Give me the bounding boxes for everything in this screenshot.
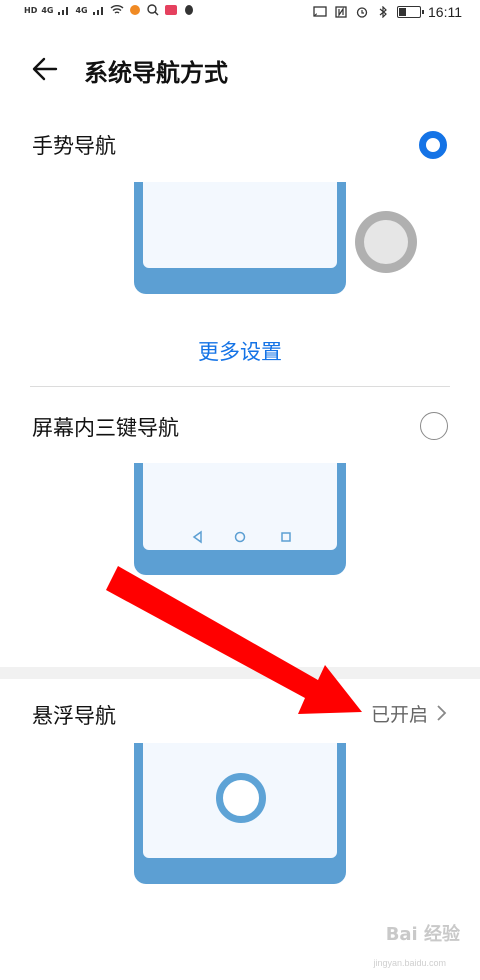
app-notification-icon bbox=[129, 5, 140, 15]
signal-icon bbox=[58, 7, 69, 15]
three-key-buttons bbox=[192, 530, 291, 544]
back-key-icon bbox=[192, 530, 202, 544]
watermark-url: jingyan.baidu.com bbox=[373, 958, 446, 968]
watermark-logo: Bai 经验 bbox=[385, 924, 460, 945]
page-title: 系统导航方式 bbox=[84, 59, 228, 87]
more-settings-link[interactable]: 更多设置 bbox=[0, 336, 480, 366]
bluetooth-icon bbox=[379, 6, 387, 18]
annotation-arrow-shape bbox=[106, 566, 362, 714]
alarm-icon bbox=[356, 7, 368, 18]
battery-icon bbox=[397, 6, 424, 18]
floating-nav-label[interactable]: 悬浮导航 bbox=[32, 700, 116, 730]
hd-label: HD bbox=[24, 5, 38, 15]
status-right: 16:11 bbox=[313, 4, 462, 20]
chevron-right-icon[interactable] bbox=[434, 702, 448, 724]
home-key-icon bbox=[234, 531, 246, 543]
phone-screen bbox=[143, 182, 337, 268]
signal-label-2: 4G bbox=[75, 5, 88, 15]
divider bbox=[30, 386, 450, 387]
three-key-nav-label[interactable]: 屏幕内三键导航 bbox=[32, 412, 179, 442]
search-icon bbox=[146, 4, 159, 16]
qq-icon bbox=[184, 5, 193, 15]
recents-key-icon bbox=[281, 532, 291, 542]
back-arrow-icon[interactable] bbox=[28, 52, 62, 86]
calendar-icon bbox=[164, 5, 177, 15]
floating-nav-status[interactable]: 已开启 bbox=[371, 700, 428, 727]
status-time: 16:11 bbox=[428, 4, 462, 20]
gesture-ball-inner bbox=[364, 220, 408, 264]
wifi-icon bbox=[110, 5, 124, 14]
three-key-nav-radio[interactable] bbox=[420, 412, 448, 440]
nfc-icon bbox=[335, 6, 347, 18]
section-divider bbox=[0, 667, 480, 679]
gesture-nav-label[interactable]: 手势导航 bbox=[32, 130, 116, 160]
status-bar: HD 4G 4G 16:11 bbox=[0, 0, 480, 30]
floating-dock-icon bbox=[216, 773, 266, 823]
battery-fill bbox=[399, 8, 406, 16]
signal-icon bbox=[92, 7, 103, 15]
gesture-ball-icon bbox=[355, 211, 417, 273]
signal-label-1: 4G bbox=[41, 5, 54, 15]
status-left: HD 4G 4G bbox=[24, 4, 196, 16]
header: 系统导航方式 bbox=[0, 46, 480, 92]
cast-icon bbox=[313, 6, 327, 17]
gesture-nav-radio[interactable] bbox=[419, 131, 447, 159]
